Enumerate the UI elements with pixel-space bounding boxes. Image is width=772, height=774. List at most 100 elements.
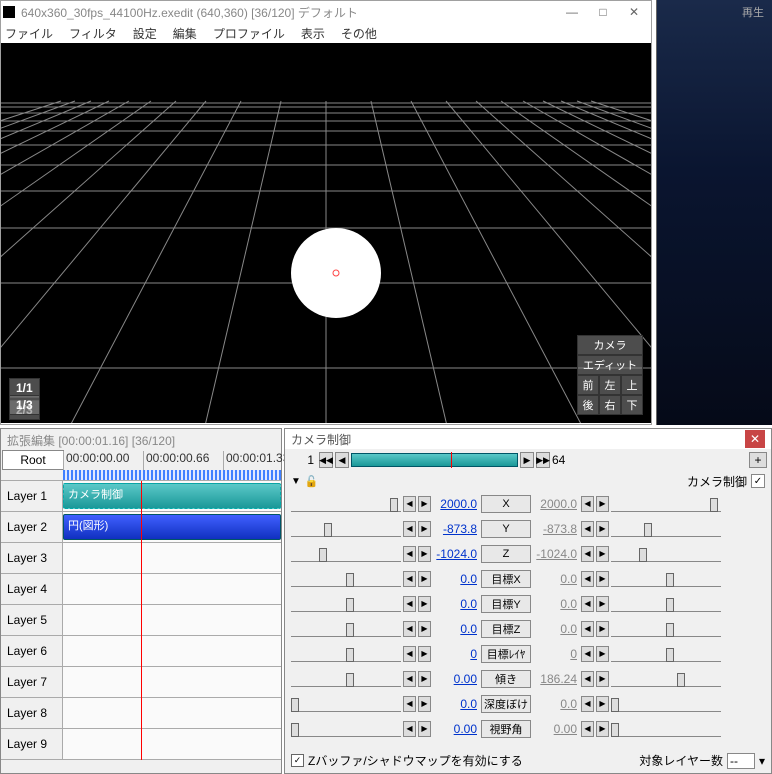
value-left[interactable]: 0.00 <box>433 722 479 736</box>
value-right[interactable]: -873.8 <box>533 522 579 536</box>
dec-left-button[interactable]: ◀ <box>403 646 416 662</box>
value-right[interactable]: 0.0 <box>533 572 579 586</box>
inc-right-button[interactable]: ▶ <box>596 696 609 712</box>
dec-right-button[interactable]: ◀ <box>581 696 594 712</box>
seek-last-button[interactable]: ▶▶ <box>536 452 550 468</box>
inc-right-button[interactable]: ▶ <box>596 496 609 512</box>
seek-first-button[interactable]: ◀◀ <box>319 452 333 468</box>
inc-left-button[interactable]: ▶ <box>418 496 431 512</box>
value-left[interactable]: 0.0 <box>433 597 479 611</box>
dec-left-button[interactable]: ◀ <box>403 696 416 712</box>
layer-track[interactable] <box>63 605 281 635</box>
layer-track[interactable] <box>63 698 281 728</box>
layer-label[interactable]: Layer 9 <box>1 729 63 759</box>
layer-track[interactable] <box>63 636 281 666</box>
slider-right[interactable] <box>611 671 721 687</box>
dec-right-button[interactable]: ◀ <box>581 671 594 687</box>
nav-top[interactable]: 上 <box>621 375 643 395</box>
slider-left[interactable] <box>291 621 401 637</box>
seek-prev-button[interactable]: ◀ <box>335 452 349 468</box>
inc-right-button[interactable]: ▶ <box>596 521 609 537</box>
value-right[interactable]: 0 <box>533 647 579 661</box>
maximize-button[interactable]: □ <box>588 2 618 22</box>
dec-right-button[interactable]: ◀ <box>581 496 594 512</box>
inc-right-button[interactable]: ▶ <box>596 621 609 637</box>
layer-label[interactable]: Layer 5 <box>1 605 63 635</box>
value-right[interactable]: 2000.0 <box>533 497 579 511</box>
slider-left[interactable] <box>291 521 401 537</box>
menu-filter[interactable]: フィルタ <box>69 25 117 42</box>
value-left[interactable]: -1024.0 <box>433 547 479 561</box>
frame-slider[interactable] <box>351 453 518 467</box>
titlebar[interactable]: 640x360_30fps_44100Hz.exedit (640,360) [… <box>1 1 651 23</box>
param-label[interactable]: 傾き <box>481 670 531 688</box>
inc-right-button[interactable]: ▶ <box>596 571 609 587</box>
menu-view[interactable]: 表示 <box>301 25 325 42</box>
inc-right-button[interactable]: ▶ <box>596 596 609 612</box>
layer-track[interactable] <box>63 729 281 759</box>
menu-edit[interactable]: 編集 <box>173 25 197 42</box>
slider-left[interactable] <box>291 721 401 737</box>
value-left[interactable]: 0.0 <box>433 572 479 586</box>
inc-left-button[interactable]: ▶ <box>418 696 431 712</box>
layer-track[interactable]: 円(図形) <box>63 512 281 542</box>
slider-right[interactable] <box>611 696 721 712</box>
param-label[interactable]: 目標Y <box>481 595 531 613</box>
param-label[interactable]: 深度ぼけ <box>481 695 531 713</box>
value-left[interactable]: -873.8 <box>433 522 479 536</box>
collapse-icon[interactable]: ▼ <box>291 476 301 487</box>
inc-left-button[interactable]: ▶ <box>418 671 431 687</box>
inc-left-button[interactable]: ▶ <box>418 546 431 562</box>
dec-left-button[interactable]: ◀ <box>403 721 416 737</box>
layer-track[interactable] <box>63 543 281 573</box>
value-right[interactable]: 0.0 <box>533 697 579 711</box>
badge-1-3[interactable]: 1/3 <box>9 395 40 415</box>
slider-right[interactable] <box>611 521 721 537</box>
slider-left[interactable] <box>291 496 401 512</box>
slider-left[interactable] <box>291 571 401 587</box>
slider-left[interactable] <box>291 646 401 662</box>
param-label[interactable]: 視野角 <box>481 720 531 738</box>
dec-left-button[interactable]: ◀ <box>403 596 416 612</box>
inc-left-button[interactable]: ▶ <box>418 571 431 587</box>
lock-icon[interactable]: 🔓 <box>305 475 319 488</box>
inc-right-button[interactable]: ▶ <box>596 546 609 562</box>
param-label[interactable]: 目標ﾚｲﾔ <box>481 645 531 663</box>
layer-label[interactable]: Layer 2 <box>1 512 63 542</box>
enable-checkbox[interactable]: ✓ <box>751 474 765 488</box>
inc-left-button[interactable]: ▶ <box>418 721 431 737</box>
target-layer-combo[interactable]: -- <box>727 753 755 769</box>
dec-right-button[interactable]: ◀ <box>581 721 594 737</box>
inc-right-button[interactable]: ▶ <box>596 671 609 687</box>
root-button[interactable]: Root <box>2 450 64 470</box>
value-left[interactable]: 0 <box>433 647 479 661</box>
layer-label[interactable]: Layer 3 <box>1 543 63 573</box>
dec-left-button[interactable]: ◀ <box>403 521 416 537</box>
time-ruler[interactable]: 00:00:00.00 00:00:00.66 00:00:01.33 <box>63 449 281 480</box>
dec-right-button[interactable]: ◀ <box>581 621 594 637</box>
nav-front[interactable]: 前 <box>577 375 599 395</box>
nav-camera[interactable]: カメラ <box>577 335 643 355</box>
slider-left[interactable] <box>291 546 401 562</box>
value-right[interactable]: 0.0 <box>533 597 579 611</box>
slider-right[interactable] <box>611 546 721 562</box>
slider-right[interactable] <box>611 571 721 587</box>
minimize-button[interactable]: — <box>557 2 587 22</box>
combo-arrow-icon[interactable]: ▾ <box>759 754 765 768</box>
dec-right-button[interactable]: ◀ <box>581 596 594 612</box>
layer-track[interactable] <box>63 574 281 604</box>
menu-other[interactable]: その他 <box>341 25 377 42</box>
slider-left[interactable] <box>291 596 401 612</box>
nav-edit[interactable]: エディット <box>577 355 643 375</box>
value-right[interactable]: 186.24 <box>533 672 579 686</box>
dec-left-button[interactable]: ◀ <box>403 496 416 512</box>
nav-bottom[interactable]: 下 <box>621 395 643 415</box>
menu-settings[interactable]: 設定 <box>133 25 157 42</box>
value-right[interactable]: -1024.0 <box>533 547 579 561</box>
dec-left-button[interactable]: ◀ <box>403 546 416 562</box>
dec-right-button[interactable]: ◀ <box>581 546 594 562</box>
slider-left[interactable] <box>291 696 401 712</box>
value-right[interactable]: 0.00 <box>533 722 579 736</box>
dec-right-button[interactable]: ◀ <box>581 571 594 587</box>
slider-right[interactable] <box>611 596 721 612</box>
